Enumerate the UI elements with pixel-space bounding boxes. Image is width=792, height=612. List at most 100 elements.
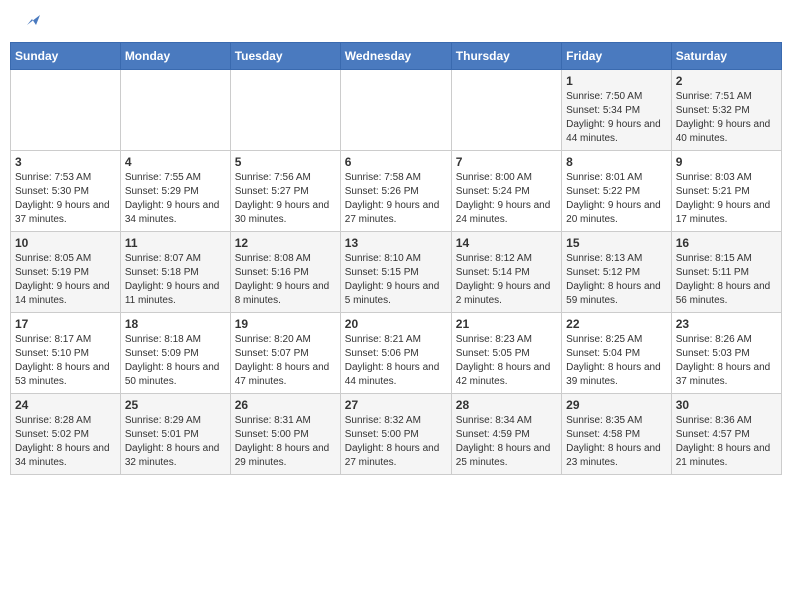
calendar-cell: 15 Sunrise: 8:13 AM Sunset: 5:12 PM Dayli… (562, 232, 672, 313)
day-info: Sunrise: 8:28 AM Sunset: 5:02 PM Dayligh… (15, 414, 116, 470)
day-info: Sunrise: 8:23 AM Sunset: 5:05 PM Dayligh… (456, 333, 557, 389)
calendar-cell: 1 Sunrise: 7:50 AM Sunset: 5:34 PM Daylig… (562, 70, 672, 151)
calendar-week-1: 1 Sunrise: 7:50 AM Sunset: 5:34 PM Daylig… (11, 70, 782, 151)
day-info: Sunrise: 7:58 AM Sunset: 5:26 PM Dayligh… (345, 171, 447, 227)
day-info: Sunrise: 8:35 AM Sunset: 4:58 PM Dayligh… (566, 414, 667, 470)
day-info: Sunrise: 8:25 AM Sunset: 5:04 PM Dayligh… (566, 333, 667, 389)
day-info: Sunrise: 8:05 AM Sunset: 5:19 PM Dayligh… (15, 252, 116, 308)
day-info: Sunrise: 7:53 AM Sunset: 5:30 PM Dayligh… (15, 171, 116, 227)
day-info: Sunrise: 8:18 AM Sunset: 5:09 PM Dayligh… (125, 333, 226, 389)
weekday-header-thursday: Thursday (451, 43, 561, 70)
day-info: Sunrise: 8:32 AM Sunset: 5:00 PM Dayligh… (345, 414, 447, 470)
calendar-cell: 4 Sunrise: 7:55 AM Sunset: 5:29 PM Daylig… (120, 151, 230, 232)
day-info: Sunrise: 8:03 AM Sunset: 5:21 PM Dayligh… (676, 171, 777, 227)
weekday-header-sunday: Sunday (11, 43, 121, 70)
day-number: 5 (235, 155, 336, 169)
calendar-cell: 28 Sunrise: 8:34 AM Sunset: 4:59 PM Dayli… (451, 394, 561, 475)
day-info: Sunrise: 8:13 AM Sunset: 5:12 PM Dayligh… (566, 252, 667, 308)
day-number: 2 (676, 74, 777, 88)
calendar-cell: 24Sunrise: 8:28 AM Sunset: 5:02 PM Dayli… (11, 394, 121, 475)
weekday-header-friday: Friday (562, 43, 672, 70)
day-info: Sunrise: 7:56 AM Sunset: 5:27 PM Dayligh… (235, 171, 336, 227)
day-number: 18 (125, 317, 226, 331)
calendar-cell: 19 Sunrise: 8:20 AM Sunset: 5:07 PM Dayli… (230, 313, 340, 394)
calendar-week-3: 10 Sunrise: 8:05 AM Sunset: 5:19 PM Dayli… (11, 232, 782, 313)
day-info: Sunrise: 8:08 AM Sunset: 5:16 PM Dayligh… (235, 252, 336, 308)
header (10, 10, 782, 34)
day-number: 12 (235, 236, 336, 250)
day-info: Sunrise: 8:31 AM Sunset: 5:00 PM Dayligh… (235, 414, 336, 470)
day-number: 25 (125, 398, 226, 412)
day-number: 28 (456, 398, 557, 412)
day-number: 1 (566, 74, 667, 88)
day-info: Sunrise: 8:36 AM Sunset: 4:57 PM Dayligh… (676, 414, 777, 470)
calendar-cell: 26 Sunrise: 8:31 AM Sunset: 5:00 PM Dayli… (230, 394, 340, 475)
day-info: Sunrise: 8:01 AM Sunset: 5:22 PM Dayligh… (566, 171, 667, 227)
day-number: 23 (676, 317, 777, 331)
calendar-cell: 20Sunrise: 8:21 AM Sunset: 5:06 PM Dayli… (340, 313, 451, 394)
calendar-cell: 23 Sunrise: 8:26 AM Sunset: 5:03 PM Dayli… (671, 313, 781, 394)
calendar-week-5: 24Sunrise: 8:28 AM Sunset: 5:02 PM Dayli… (11, 394, 782, 475)
calendar-cell: 18 Sunrise: 8:18 AM Sunset: 5:09 PM Dayli… (120, 313, 230, 394)
calendar-cell: 3 Sunrise: 7:53 AM Sunset: 5:30 PM Daylig… (11, 151, 121, 232)
day-number: 19 (235, 317, 336, 331)
day-info: Sunrise: 8:21 AM Sunset: 5:06 PM Dayligh… (345, 333, 447, 389)
day-number: 11 (125, 236, 226, 250)
day-number: 6 (345, 155, 447, 169)
day-info: Sunrise: 8:12 AM Sunset: 5:14 PM Dayligh… (456, 252, 557, 308)
day-info: Sunrise: 8:34 AM Sunset: 4:59 PM Dayligh… (456, 414, 557, 470)
day-number: 22 (566, 317, 667, 331)
day-info: Sunrise: 8:07 AM Sunset: 5:18 PM Dayligh… (125, 252, 226, 308)
logo (20, 15, 40, 29)
calendar-cell (230, 70, 340, 151)
calendar-cell (340, 70, 451, 151)
logo-bird-icon (22, 11, 40, 29)
day-number: 8 (566, 155, 667, 169)
calendar-week-4: 17 Sunrise: 8:17 AM Sunset: 5:10 PM Dayli… (11, 313, 782, 394)
day-number: 29 (566, 398, 667, 412)
day-info: Sunrise: 8:15 AM Sunset: 5:11 PM Dayligh… (676, 252, 777, 308)
day-number: 21 (456, 317, 557, 331)
day-number: 13 (345, 236, 447, 250)
day-number: 3 (15, 155, 116, 169)
day-info: Sunrise: 7:55 AM Sunset: 5:29 PM Dayligh… (125, 171, 226, 227)
calendar-cell: 12 Sunrise: 8:08 AM Sunset: 5:16 PM Dayli… (230, 232, 340, 313)
calendar-cell: 13 Sunrise: 8:10 AM Sunset: 5:15 PM Dayli… (340, 232, 451, 313)
day-info: Sunrise: 8:00 AM Sunset: 5:24 PM Dayligh… (456, 171, 557, 227)
day-info: Sunrise: 7:50 AM Sunset: 5:34 PM Dayligh… (566, 90, 667, 146)
day-number: 9 (676, 155, 777, 169)
weekday-header-wednesday: Wednesday (340, 43, 451, 70)
day-info: Sunrise: 8:26 AM Sunset: 5:03 PM Dayligh… (676, 333, 777, 389)
day-number: 14 (456, 236, 557, 250)
calendar-cell: 17 Sunrise: 8:17 AM Sunset: 5:10 PM Dayli… (11, 313, 121, 394)
calendar-week-2: 3 Sunrise: 7:53 AM Sunset: 5:30 PM Daylig… (11, 151, 782, 232)
weekday-header-row: SundayMondayTuesdayWednesdayThursdayFrid… (11, 43, 782, 70)
day-info: Sunrise: 8:29 AM Sunset: 5:01 PM Dayligh… (125, 414, 226, 470)
calendar-cell (11, 70, 121, 151)
day-info: Sunrise: 8:10 AM Sunset: 5:15 PM Dayligh… (345, 252, 447, 308)
weekday-header-saturday: Saturday (671, 43, 781, 70)
day-number: 17 (15, 317, 116, 331)
day-info: Sunrise: 8:20 AM Sunset: 5:07 PM Dayligh… (235, 333, 336, 389)
day-number: 26 (235, 398, 336, 412)
day-number: 15 (566, 236, 667, 250)
calendar-cell: 16 Sunrise: 8:15 AM Sunset: 5:11 PM Dayli… (671, 232, 781, 313)
calendar-cell (120, 70, 230, 151)
calendar-cell: 27 Sunrise: 8:32 AM Sunset: 5:00 PM Dayli… (340, 394, 451, 475)
day-number: 27 (345, 398, 447, 412)
day-number: 4 (125, 155, 226, 169)
calendar-table: SundayMondayTuesdayWednesdayThursdayFrid… (10, 42, 782, 475)
calendar-cell: 25 Sunrise: 8:29 AM Sunset: 5:01 PM Dayli… (120, 394, 230, 475)
day-info: Sunrise: 7:51 AM Sunset: 5:32 PM Dayligh… (676, 90, 777, 146)
calendar-cell (451, 70, 561, 151)
day-info: Sunrise: 8:17 AM Sunset: 5:10 PM Dayligh… (15, 333, 116, 389)
day-number: 16 (676, 236, 777, 250)
calendar-cell: 9 Sunrise: 8:03 AM Sunset: 5:21 PM Daylig… (671, 151, 781, 232)
calendar-cell: 22 Sunrise: 8:25 AM Sunset: 5:04 PM Dayli… (562, 313, 672, 394)
calendar-cell: 29 Sunrise: 8:35 AM Sunset: 4:58 PM Dayli… (562, 394, 672, 475)
day-number: 30 (676, 398, 777, 412)
day-number: 10 (15, 236, 116, 250)
calendar-cell: 2 Sunrise: 7:51 AM Sunset: 5:32 PM Daylig… (671, 70, 781, 151)
calendar-cell: 30 Sunrise: 8:36 AM Sunset: 4:57 PM Dayli… (671, 394, 781, 475)
weekday-header-monday: Monday (120, 43, 230, 70)
